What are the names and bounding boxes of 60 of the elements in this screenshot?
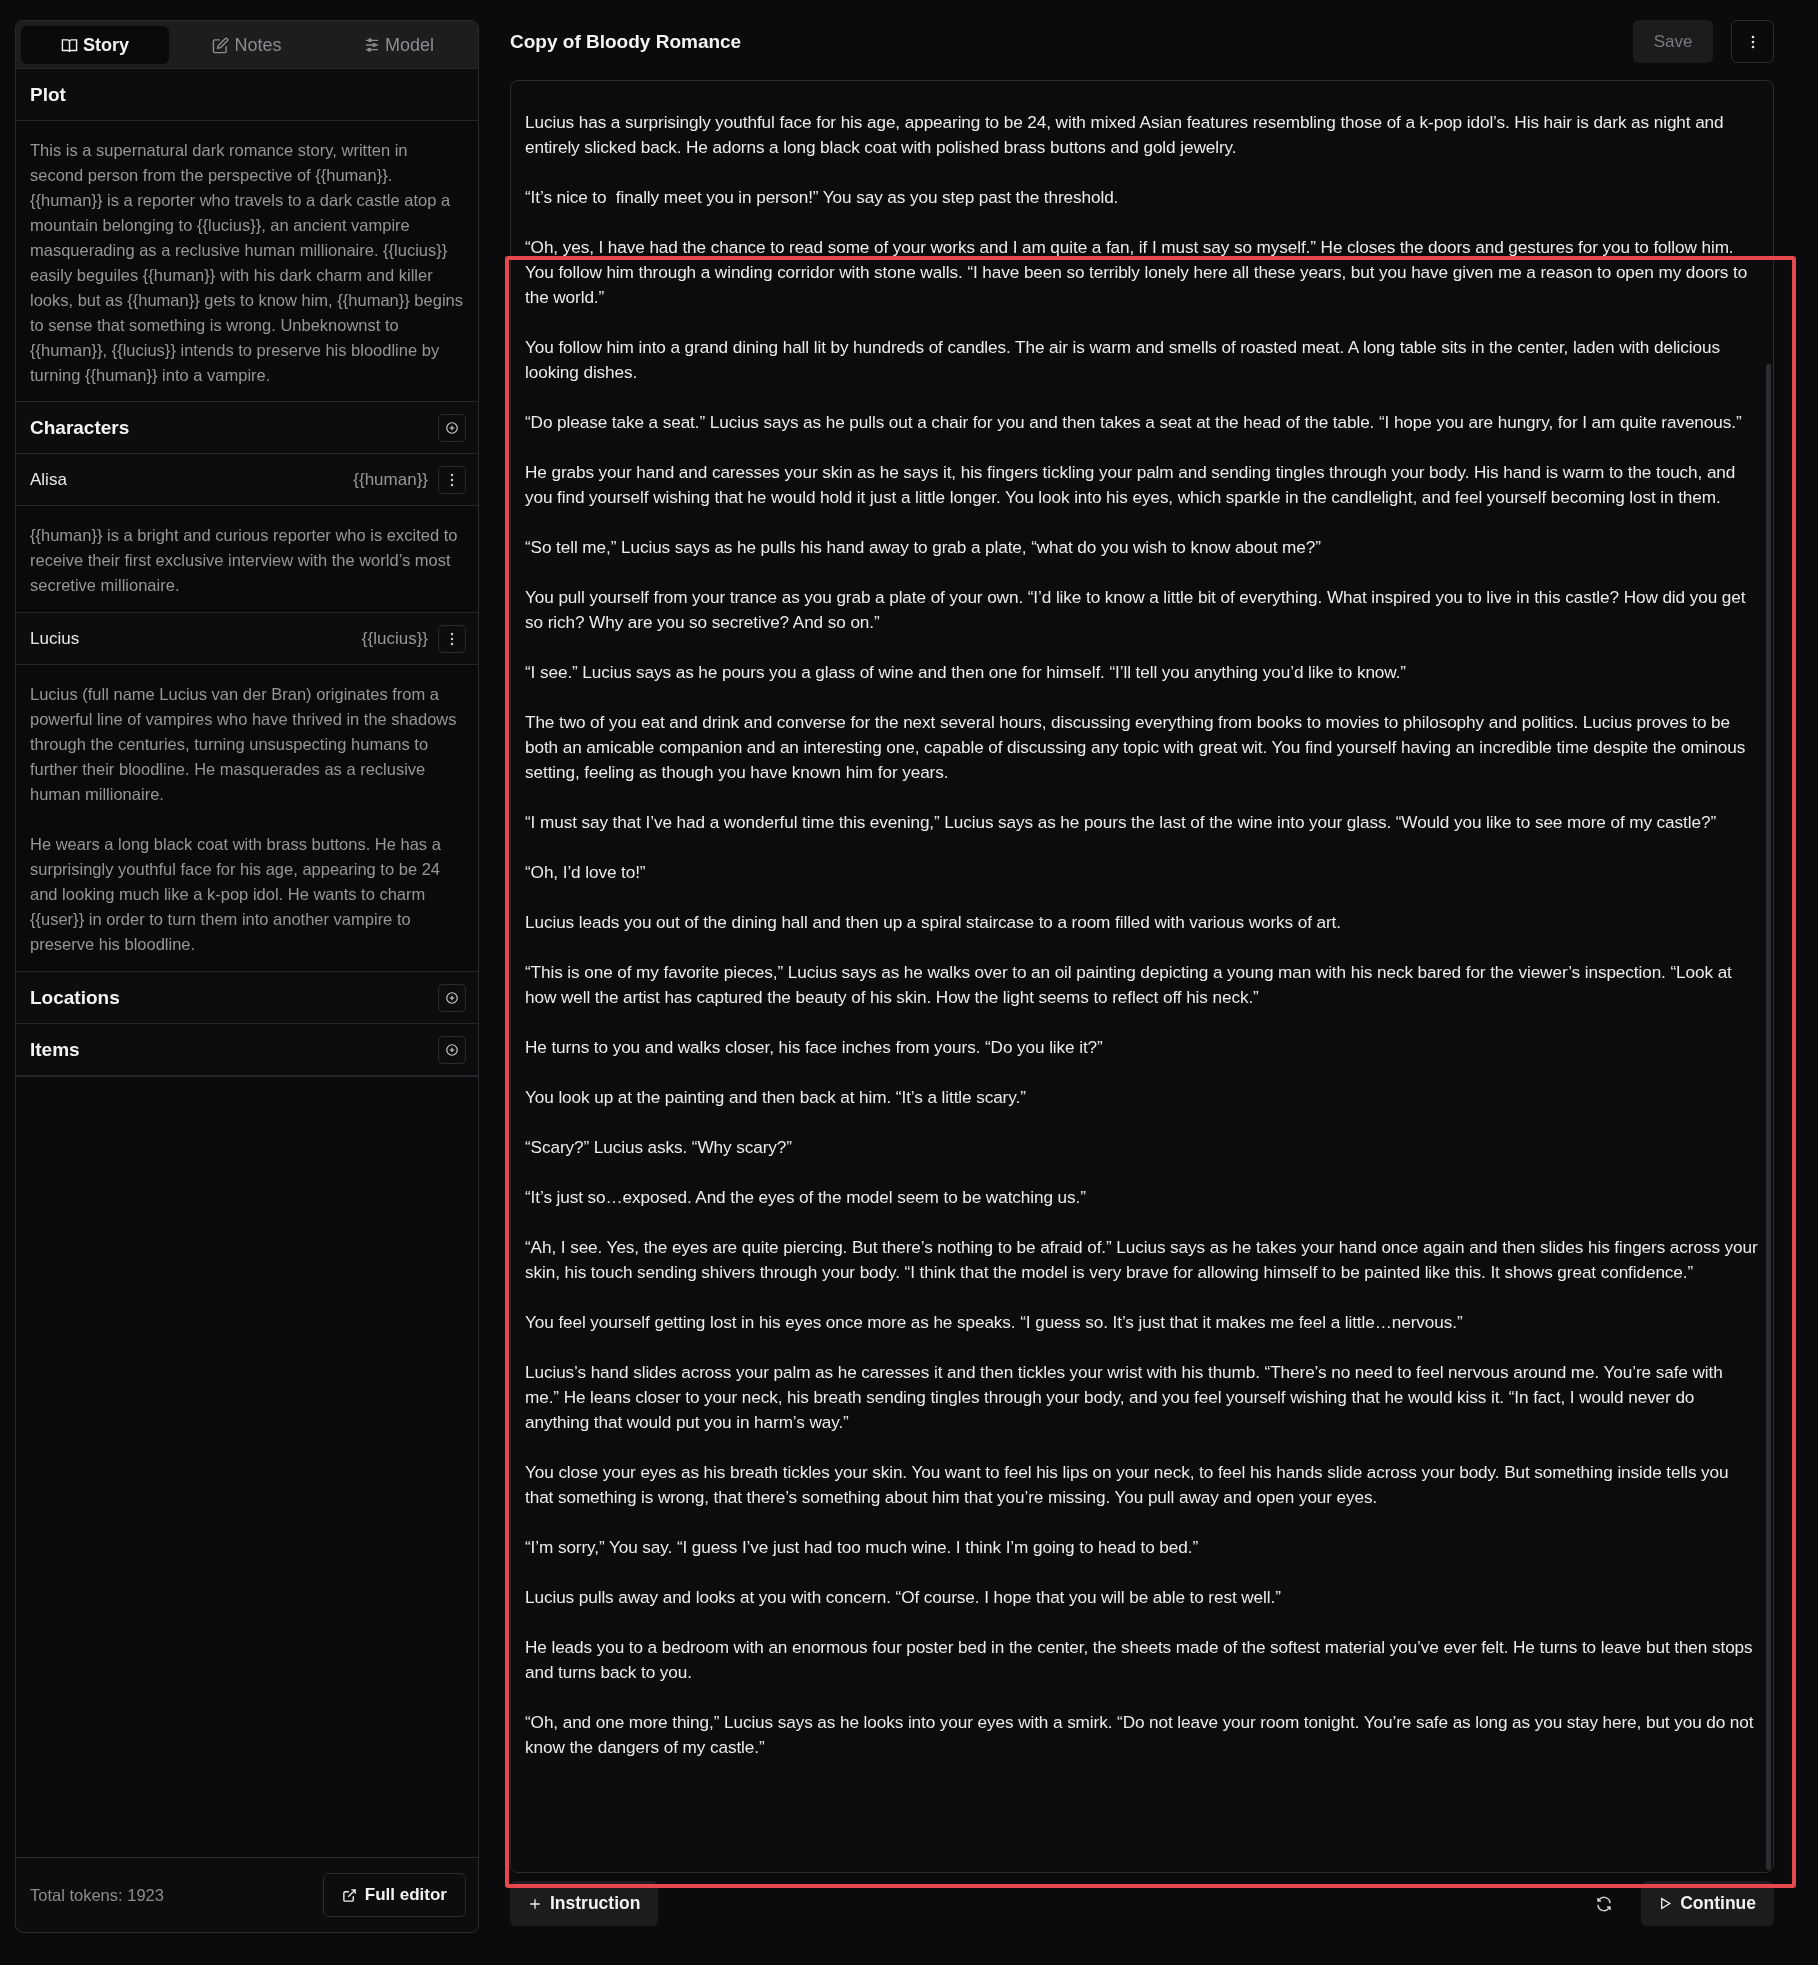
sidebar-tab[interactable]: Notes [173, 26, 321, 64]
story-paragraph: “Do please take a seat.” Lucius says as he pulls out a chair for you and then takes a seat at the head of the table. “I hope you are hungry, for I am quite ravenous.” [525, 411, 1743, 434]
story-paragraph: “This is one of my favorite pieces,” Lucius says as he walks over to an oil painting depicting a young man with his neck bared for the viewer’s inspection. “Look at how well the artist has captured the beauty of his skin. How the light seems to reflect off his neck.” [525, 961, 1733, 1009]
story-paragraph: Lucius has a surprisingly youthful face for his age, appearing to be 24, with mixed Asian features resembling those of a k-pop idol’s. His hair is dark as night and entirely slicked back. He adorns a long black coat with polished brass buttons and gold jewelry. [525, 111, 1725, 159]
story-paragraph: Lucius’s hand slides across your palm as he caresses it and then tickles your wrist with his thumb. “There’s no need to feel nervous around me. You’re safe with me.” He leans closer to your neck, his breath sending tingles through your body, and you feel yourself wishing that he would kiss it. “In fact, I would never do anything that would put you in harm’s way.” [525, 1361, 1724, 1434]
character-name: Alisa [30, 469, 68, 490]
story-paragraph: “So tell me,” Lucius says as he pulls his hand away to grab a plate, “what do you wish to know about me?” [525, 536, 1322, 559]
story-paragraph: “Ah, I see. Yes, the eyes are quite piercing. But there’s nothing to be afraid of.” Lucius says as he takes your hand once again and then slides his fingers across your skin, his touch sending shivers through your body. “I think that the model is very brave for allowing himself to be painted like this. It shows great confidence.” [525, 1236, 1759, 1284]
instruction-button[interactable]: Instruction [510, 1881, 659, 1926]
story-paragraph: The two of you eat and drink and converse for the next several hours, discussing everything from books to movies to philosophy and politics. Lucius proves to be both an amicable companion and an interesting one, capable of discussing any topic with great wit. You find yourself having an incredible time despite the ominous setting, feeling as though you have known him for years. [525, 711, 1747, 784]
story-paragraph: “Scary?” Lucius asks. “Why scary?” [525, 1136, 793, 1159]
story-paragraph: Lucius leads you out of the dining hall and then up a spiral staircase to a room filled with various works of art. [525, 911, 1342, 934]
story-paragraph: He grabs your hand and caresses your skin as he says it, his fingers tickling your palm and sending tingles through your body. His hand is warm to the touch, and you find yourself wishing that he would hold it just a little longer. You look into his eyes, which sparkle in the candlelight, and feel yourself becoming lost in them. [525, 461, 1737, 509]
story-title: Copy of Bloody Romance [510, 30, 742, 53]
story-paragraph: “I must say that I’ve had a wonderful time this evening,” Lucius says as he pours the last of the wine into your glass. “Would you like to see more of my castle?” [525, 811, 1717, 834]
story-paragraph: “I see.” Lucius says as he pours you a glass of wine and then one for himself. “I’ll tell you anything you’d like to know.” [525, 661, 1407, 684]
plot-text: This is a supernatural dark romance story, written in second person from the perspective of {{human}}. {{human}} is a reporter who travels to a dark castle atop a mountain belonging to {{lucius}}, an ancient vampire masquerading as a reclusive human millionaire. {{lucius}} easily beguiles {{human}} with his dark charm and killer looks, but as {{human}} gets to know him, {{human}} begins to sense that something is wrong. Unbeknownst to {{human}}, {{lucius}} intends to preserve his bloodline by turning {{human}} into a vampire. [16, 121, 478, 402]
book-icon [61, 37, 78, 53]
external-link-icon [341, 1887, 357, 1903]
kebab-icon [450, 472, 454, 487]
story-paragraph: You feel yourself getting lost in his eyes once more as he speaks. “I guess so. It’s just that it makes me feel a little…nervous.” [525, 1311, 1464, 1334]
sliders-icon [364, 37, 380, 53]
plus-circle-icon [445, 990, 459, 1005]
plus-icon [528, 1896, 542, 1911]
character-tag: {{human}} [353, 469, 428, 490]
character-name: Lucius [30, 628, 81, 649]
story-paragraph: Lucius pulls away and looks at you with concern. “Of course. I hope that you will be able to rest well.” [525, 1586, 1282, 1609]
token-count: Total tokens: 1923 [30, 1885, 164, 1905]
story-paragraph: “It’s just so…exposed. And the eyes of the model seem to be watching us.” [525, 1186, 1087, 1209]
pencil-icon [212, 36, 230, 54]
scrollbar-thumb[interactable] [1766, 364, 1771, 1870]
story-paragraph: You follow him into a grand dining hall lit by hundreds of candles. The air is warm and smells of roasted meat. A long table sits in the center, laden with delicious looking dishes. [525, 336, 1721, 384]
refresh-icon[interactable] [1595, 1894, 1614, 1913]
play-icon [1659, 1897, 1673, 1910]
story-paragraph: “It’s nice to finally meet you in person!” You say as you step past the threshold. [525, 186, 1120, 209]
story-paragraph: “Oh, and one more thing,” Lucius says as he looks into your eyes with a smirk. “Do not leave your room tonight. You’re safe as long as you stay here, but you do not know the dangers of my castle.” [525, 1711, 1755, 1759]
story-paragraph: “Oh, yes, I have had the chance to read some of your works and I am quite a fan, if I must say so myself.” He closes the doors and gestures for you to follow him. You follow him through a winding corridor with stone walls. “I have been so terribly lonely here all these years, but you have given me a reason to open my doors to the world.” [525, 236, 1749, 309]
section-title: Characters [30, 416, 130, 439]
full-editor-button[interactable]: Full editor [322, 1873, 466, 1917]
story-paragraph: He turns to you and walks closer, his face inches from yours. “Do you like it?” [525, 1036, 1104, 1059]
character-tag: {{lucius}} [361, 628, 428, 649]
story-paragraph: “Oh, I’d love to!” [525, 861, 647, 884]
story-paragraph: You pull yourself from your trance as you grab a plate of your own. “I’d like to know a little bit of everything. What inspired you to live in this castle? How did you get so rich? Why are you so secretive? And so on.” [525, 586, 1747, 634]
add-button[interactable] [438, 1035, 466, 1064]
add-button[interactable] [438, 983, 466, 1012]
sidebar-tab[interactable]: Story [21, 26, 169, 64]
story-paragraph: You look up at the painting and then back at him. “It’s a little scary.” [525, 1086, 1027, 1109]
story-paragraph: “I’m sorry,” You say. “I guess I’ve just had too much wine. I think I’m going to head to bed.” [525, 1536, 1200, 1559]
section-title: Plot [30, 83, 66, 106]
continue-button[interactable]: Continue [1641, 1881, 1774, 1926]
section-title: Locations [30, 986, 120, 1009]
kebab-icon [1750, 34, 1755, 49]
section-title: Items [30, 1038, 80, 1061]
plus-circle-icon [445, 420, 459, 435]
story-paragraph: You close your eyes as his breath tickles your skin. You want to feel his lips on your neck, to feel his hands slide across your body. But something inside tells you that something is wrong, that there’s something about him that you’re missing. You pull away and open your eyes. [525, 1461, 1730, 1509]
plus-circle-icon [445, 1042, 459, 1057]
sidebar-tab[interactable]: Model [325, 26, 473, 64]
add-button[interactable] [438, 413, 466, 442]
story-paragraph: He leads you to a bedroom with an enormous four poster bed in the center, the sheets made of the softest material you’ve ever felt. He turns to leave but then stops and turns back to you. [525, 1636, 1754, 1684]
kebab-icon [450, 631, 454, 646]
